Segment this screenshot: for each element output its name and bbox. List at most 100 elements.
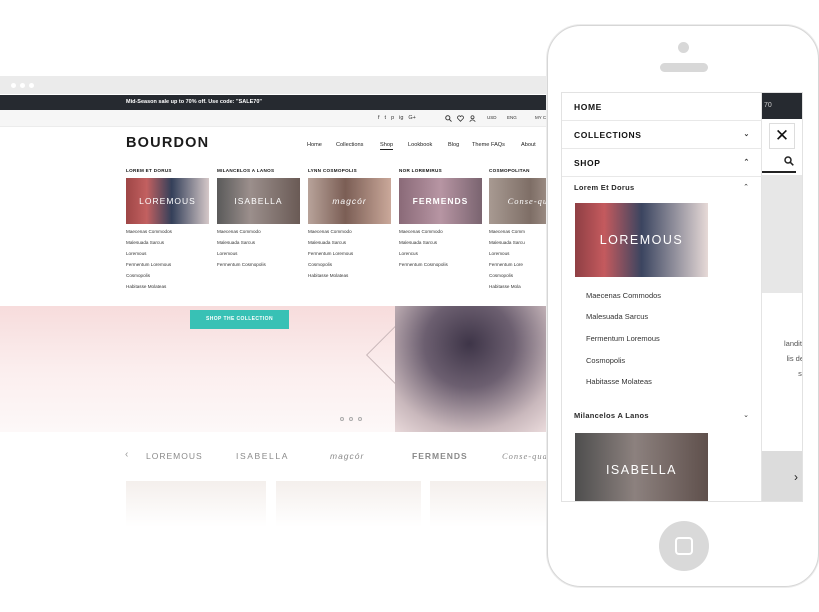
mega-column: LOREM ET DORUS LOREMOUS Maecenas Commodo… — [126, 168, 210, 290]
mega-link[interactable]: Cosmopolis — [308, 262, 392, 268]
nav-blog[interactable]: Blog — [448, 142, 459, 148]
collection-image-label: LOREMOUS — [139, 196, 196, 206]
screenshot-stage: Mid-Season sale up to 70% off. Use code:… — [0, 0, 819, 612]
product-thumbnails — [0, 481, 560, 531]
submenu-link[interactable]: Habitasse Molateas — [586, 377, 652, 386]
submenu-link[interactable]: Malesuada Sarcus — [586, 312, 648, 321]
collection-image[interactable]: FERMENDS — [399, 178, 482, 224]
brand-logo[interactable]: BOURDON — [126, 135, 209, 151]
mega-link[interactable]: Habitasse Molateas — [126, 284, 210, 290]
chevron-down-icon[interactable]: ⌄ — [743, 411, 749, 419]
background-text-line: s. — [798, 369, 802, 378]
product-thumbnail[interactable] — [430, 481, 560, 527]
collection-image[interactable]: LOREMOUS — [126, 178, 209, 224]
brand-logo-item[interactable]: ISABELLA — [236, 451, 289, 461]
search-icon[interactable] — [784, 156, 794, 166]
language-select[interactable]: ENG — [507, 115, 517, 120]
mega-link[interactable]: Maecenas Commodos — [126, 229, 210, 235]
menu-item-collections[interactable]: COLLECTIONS ⌄ — [562, 121, 762, 149]
slider-dot[interactable] — [340, 417, 344, 421]
mega-link[interactable]: Fermentum Loremous — [308, 251, 392, 257]
nav-theme-faqs[interactable]: Theme FAQs — [472, 142, 505, 148]
menu-item-shop[interactable]: SHOP ⌃ — [562, 149, 762, 177]
home-square-icon — [675, 537, 693, 555]
submenu-link[interactable]: Fermentum Loremous — [586, 334, 660, 343]
mega-link[interactable]: Loremous — [126, 251, 210, 257]
mega-column: NOR LOREMIRUS FERMENDS Maecenas Commodo … — [399, 168, 483, 268]
mega-column-title: MILANCELOS A LANOS — [217, 168, 275, 173]
mega-link[interactable]: Malesuada Sarcus — [126, 240, 210, 246]
pinterest-icon[interactable]: p — [391, 115, 394, 121]
twitter-icon[interactable]: t — [385, 115, 387, 121]
mega-link[interactable]: Maecenas Commodo — [217, 229, 301, 235]
google-plus-icon[interactable]: G+ — [408, 115, 416, 121]
mega-link[interactable]: Cosmopolis — [126, 273, 210, 279]
instagram-icon[interactable]: ig — [399, 115, 403, 121]
hero-photo — [395, 306, 560, 432]
heart-icon[interactable] — [457, 115, 464, 122]
submenu-image[interactable]: LOREMOUS — [575, 203, 708, 277]
submenu-link[interactable]: Maecenas Commodos — [586, 291, 661, 300]
product-thumbnail[interactable] — [126, 481, 266, 527]
mega-link[interactable]: Habitasse Molateas — [308, 273, 392, 279]
next-arrow-icon[interactable]: › — [762, 451, 802, 501]
mega-column-title: LOREM ET DORUS — [126, 168, 172, 173]
chevron-down-icon[interactable]: ⌄ — [744, 121, 750, 149]
desktop-browser-mockup: Mid-Season sale up to 70% off. Use code:… — [0, 76, 560, 612]
submenu-title[interactable]: Milancelos A Lanos — [574, 411, 649, 420]
menu-item-home[interactable]: HOME — [562, 93, 762, 121]
background-search[interactable] — [762, 151, 796, 173]
social-links: f t p ig G+ — [378, 115, 416, 121]
mega-link[interactable]: Malesuada Sarcus — [308, 240, 392, 246]
product-thumbnail[interactable] — [276, 481, 421, 527]
chevron-up-icon[interactable]: ⌃ — [744, 149, 750, 177]
slider-dot[interactable] — [358, 417, 362, 421]
collection-image[interactable]: magcór — [308, 178, 391, 224]
submenu-link[interactable]: Cosmopolis — [586, 356, 625, 365]
nav-lookbook[interactable]: Lookbook — [408, 142, 432, 148]
carousel-prev-icon[interactable]: ‹ — [125, 449, 128, 460]
background-text-line: landit, — [783, 339, 803, 348]
mobile-menu-drawer: HOME COLLECTIONS ⌄ SHOP ⌃ Lorem Et Dorus… — [562, 93, 762, 501]
nav-about[interactable]: About — [521, 142, 536, 148]
close-menu-icon[interactable]: ✕ — [769, 123, 795, 149]
mega-link[interactable]: Loremous — [217, 251, 301, 257]
menu-item-label: SHOP — [574, 158, 601, 168]
mega-link[interactable]: Fermentum Loremous — [126, 262, 210, 268]
user-icon[interactable] — [469, 115, 476, 122]
collection-image-label: magcór — [332, 196, 367, 206]
phone-screen: 70 ✕ landit, lis de s. › HOME — [561, 92, 803, 502]
mega-link[interactable]: Malesuada Sarcus — [217, 240, 301, 246]
mega-link[interactable]: Malesuada Sarcus — [399, 240, 483, 246]
shop-the-collection-button[interactable]: SHOP THE COLLECTION — [190, 310, 289, 329]
chevron-up-icon[interactable]: ⌃ — [743, 183, 749, 191]
phone-home-button[interactable] — [659, 521, 709, 571]
collection-image[interactable]: ISABELLA — [217, 178, 300, 224]
background-text: landit, lis de s. — [762, 336, 803, 381]
collection-image-label: FERMENDS — [412, 196, 469, 206]
mega-link[interactable]: Maecenas Commodo — [308, 229, 392, 235]
background-page: 70 ✕ landit, lis de s. › — [762, 93, 803, 501]
collection-image-label: ISABELLA — [234, 196, 283, 206]
mega-link[interactable]: Maecenas Commodo — [399, 229, 483, 235]
nav-home[interactable]: Home — [307, 142, 322, 148]
facebook-icon[interactable]: f — [378, 115, 380, 121]
brand-logo-item[interactable]: LOREMOUS — [146, 451, 203, 461]
nav-shop[interactable]: Shop — [380, 142, 394, 150]
mega-link[interactable]: Fermentum Cosmopolis — [217, 262, 301, 268]
my-account-link[interactable]: MY C — [535, 115, 546, 120]
brand-logo-item[interactable]: FERMENDS — [412, 451, 468, 461]
submenu-image-label: LOREMOUS — [599, 233, 684, 247]
currency-select[interactable]: USD — [487, 115, 497, 120]
mega-link[interactable]: Lorencus — [399, 251, 483, 257]
brand-logo-item[interactable]: magcór — [330, 451, 364, 461]
nav-collections[interactable]: Collections — [336, 142, 363, 148]
brand-logo-item[interactable]: Conse-qua — [502, 451, 548, 461]
search-icon[interactable] — [445, 115, 452, 122]
mega-column: LYNN COSMOPOLIS magcór Maecenas Commodo … — [308, 168, 392, 279]
mega-link[interactable]: Fermentum Cosmopolis — [399, 262, 483, 268]
submenu-title[interactable]: Lorem Et Dorus — [574, 183, 634, 192]
submenu-image[interactable]: ISABELLA — [575, 433, 708, 501]
slider-dot[interactable] — [349, 417, 353, 421]
mega-column-title: LYNN COSMOPOLIS — [308, 168, 357, 173]
